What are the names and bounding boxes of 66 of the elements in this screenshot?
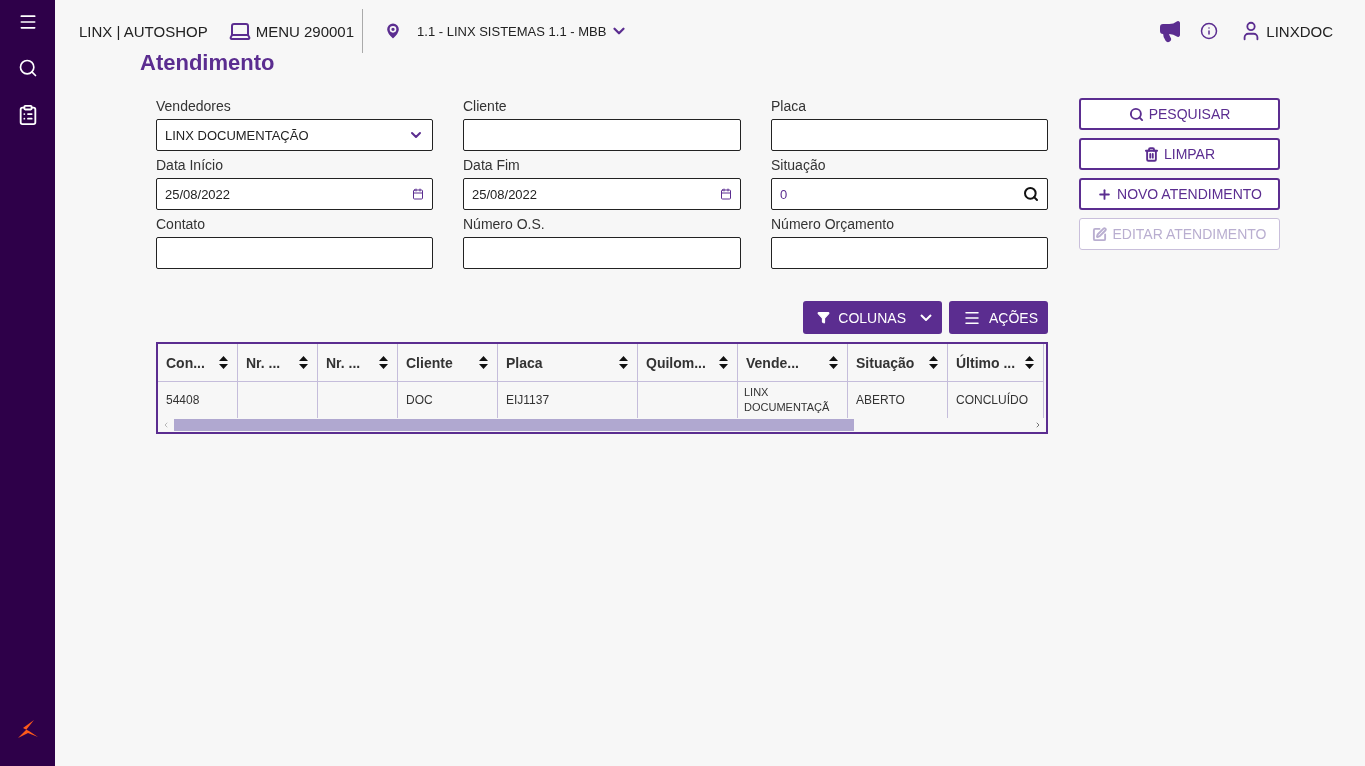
- sort-icon[interactable]: [928, 355, 939, 370]
- sort-icon[interactable]: [478, 355, 489, 370]
- input-field[interactable]: [463, 119, 741, 151]
- actions-button[interactable]: AÇÕES: [949, 301, 1048, 334]
- company-selector[interactable]: 1.1 - LINX SISTEMAS 1.1 - MBB: [417, 23, 607, 39]
- input-field[interactable]: 0: [771, 178, 1048, 210]
- search-icon[interactable]: [17, 58, 38, 78]
- filter-icon: [817, 311, 831, 324]
- sort-icon[interactable]: [298, 355, 309, 370]
- column-header[interactable]: Último ...: [948, 344, 1044, 382]
- action-button[interactable]: LIMPAR: [1079, 138, 1280, 170]
- columns-label: COLUNAS: [838, 309, 906, 326]
- sort-icon[interactable]: [828, 355, 839, 370]
- calendar-icon[interactable]: [412, 188, 424, 200]
- page-title: Atendimento: [140, 50, 276, 76]
- table-cell: CONCLUÍDO: [948, 382, 1044, 418]
- table-cell: ABERTO: [848, 382, 948, 418]
- search-icon[interactable]: [1023, 186, 1039, 202]
- brand-name: LINX | AUTOSHOP: [79, 22, 208, 40]
- field-label: Número O.S.: [463, 216, 546, 232]
- plus-icon: [1097, 186, 1112, 202]
- column-header[interactable]: Placa: [498, 344, 638, 382]
- trash-icon: [1143, 146, 1159, 162]
- table-cell: 54408: [158, 382, 238, 418]
- column-header[interactable]: Quilom...: [638, 344, 738, 382]
- field-label: Número Orçamento: [771, 216, 895, 232]
- sort-icon[interactable]: [718, 355, 729, 370]
- input-field[interactable]: [156, 237, 433, 269]
- column-header[interactable]: Situação: [848, 344, 948, 382]
- table-cell: LINX DOCUMENTAÇÃ: [738, 382, 848, 418]
- column-header[interactable]: Nr. ...: [238, 344, 318, 382]
- input-field[interactable]: [771, 119, 1048, 151]
- chevron-down-icon: [920, 314, 932, 321]
- field-label: Data Fim: [463, 157, 521, 173]
- sort-icon[interactable]: [1024, 355, 1035, 370]
- column-header[interactable]: Con...: [158, 344, 238, 382]
- input-field[interactable]: [463, 237, 741, 269]
- field-label: Cliente: [463, 98, 508, 114]
- user-name[interactable]: LINXDOC: [1266, 22, 1333, 40]
- action-button[interactable]: PESQUISAR: [1079, 98, 1280, 130]
- sort-icon[interactable]: [378, 355, 389, 370]
- menu-code: MENU 290001: [255, 22, 355, 40]
- action-button[interactable]: NOVO ATENDIMENTO: [1079, 178, 1280, 210]
- input-field[interactable]: [771, 237, 1048, 269]
- info-icon[interactable]: [1200, 22, 1219, 40]
- columns-button[interactable]: COLUNAS: [803, 301, 942, 334]
- column-header[interactable]: Cliente: [398, 344, 498, 382]
- field-label: Vendedores: [156, 98, 232, 114]
- field-label: Data Início: [156, 157, 224, 173]
- sort-icon[interactable]: [618, 355, 629, 370]
- table-cell: DOC: [398, 382, 498, 418]
- table-cell: EIJ1137: [498, 382, 638, 418]
- column-header[interactable]: Nr. ...: [318, 344, 398, 382]
- sort-icon[interactable]: [218, 355, 229, 370]
- dropdown-field[interactable]: LINX DOCUMENTAÇÃO: [156, 119, 433, 151]
- field-label: Contato: [156, 216, 207, 232]
- column-header[interactable]: Vende...: [738, 344, 848, 382]
- field-label: Placa: [771, 98, 808, 114]
- edit-icon: [1092, 226, 1108, 242]
- input-field[interactable]: 25/08/2022: [463, 178, 741, 210]
- megaphone-icon[interactable]: [1158, 19, 1183, 43]
- field-label: Situação: [771, 157, 827, 173]
- calendar-icon[interactable]: [720, 188, 732, 200]
- scroll-right-icon[interactable]: [1034, 421, 1042, 429]
- search-icon: [1128, 106, 1144, 122]
- input-field[interactable]: 25/08/2022: [156, 178, 433, 210]
